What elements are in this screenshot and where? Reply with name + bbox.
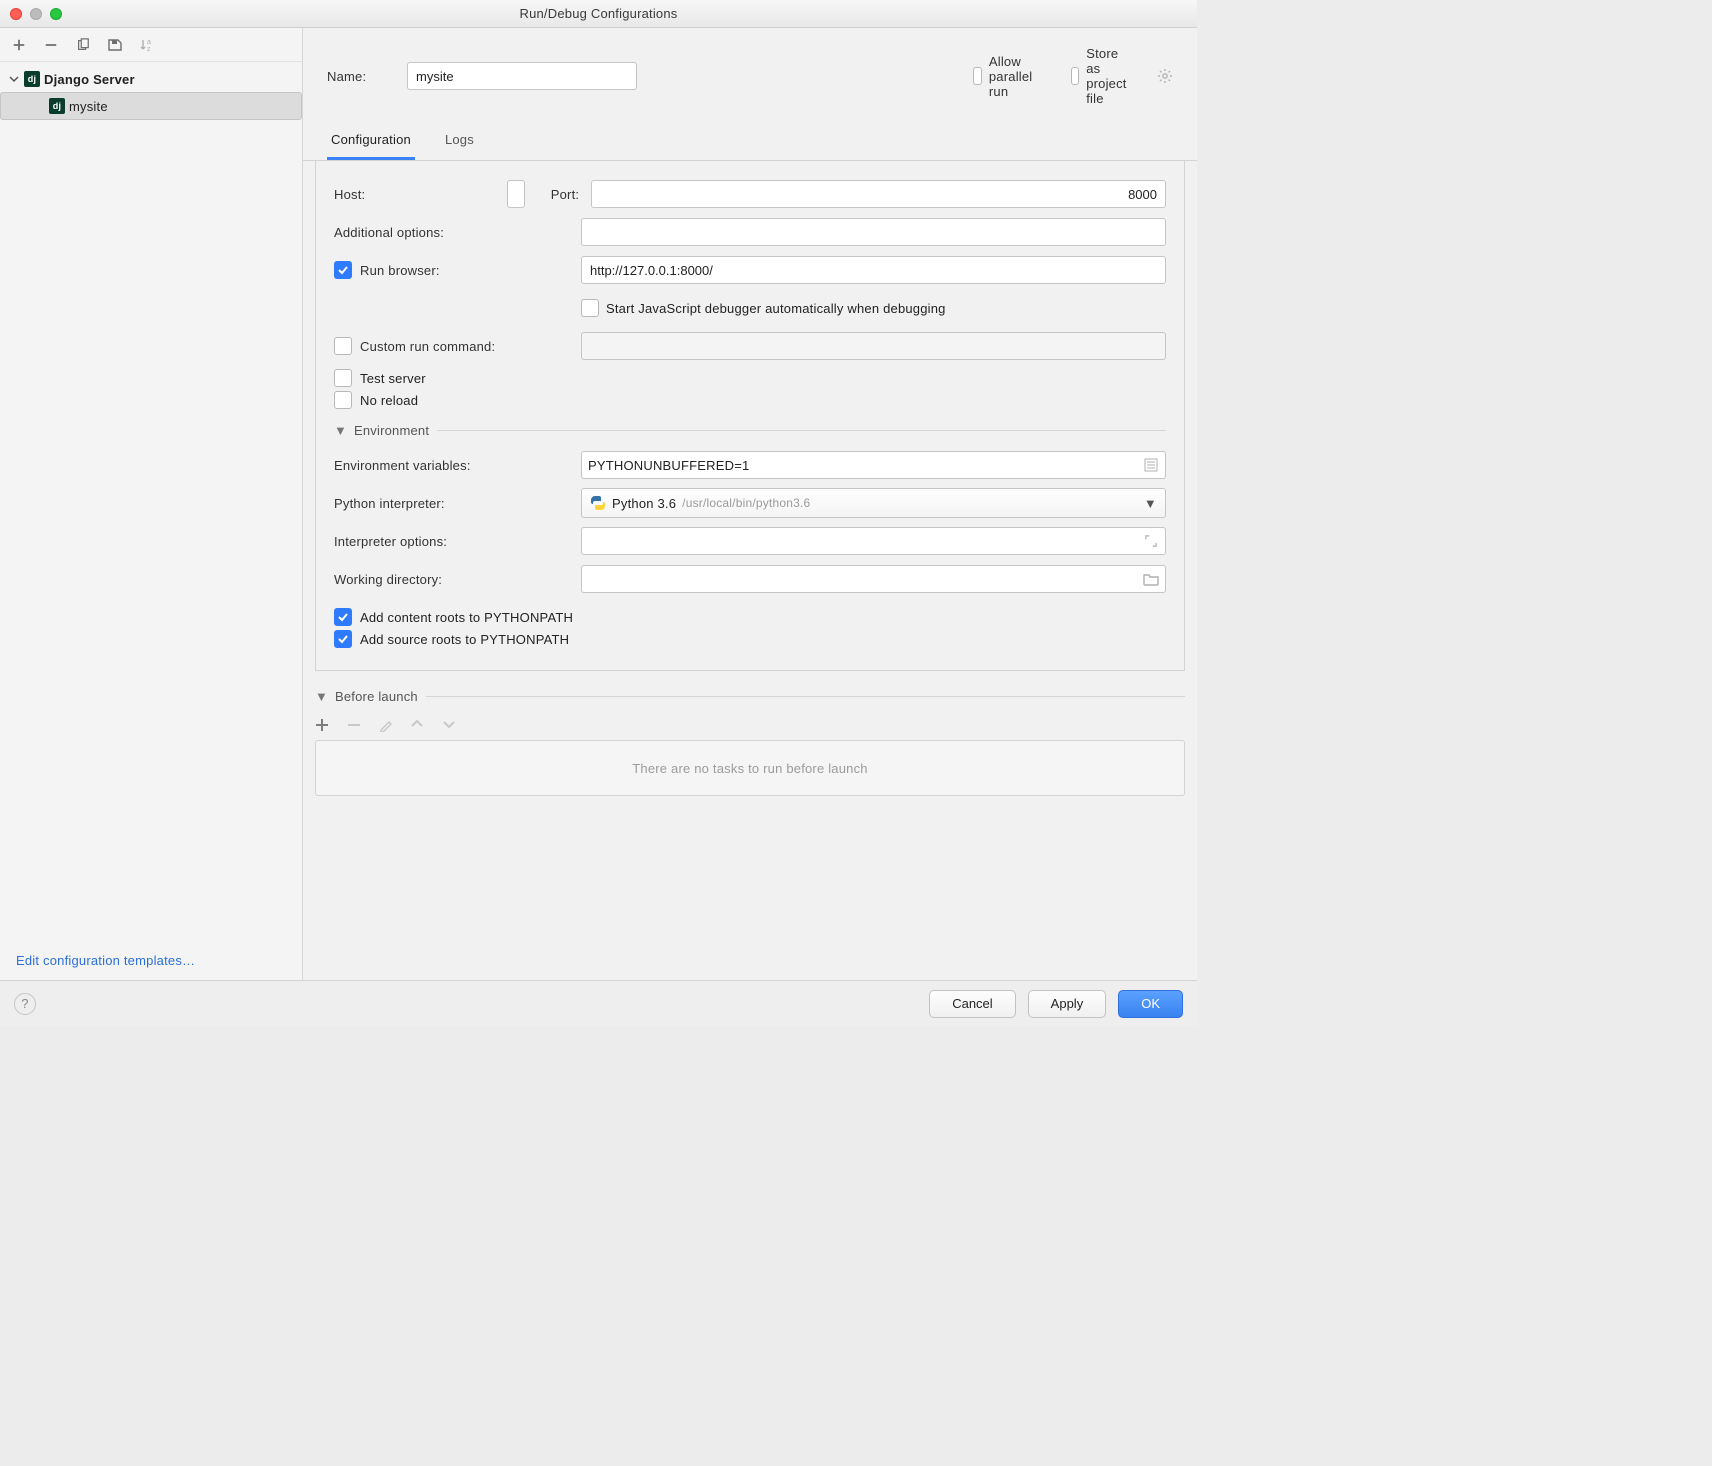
host-label: Host:: [334, 187, 495, 202]
checkbox-icon: [973, 67, 982, 85]
name-input[interactable]: [407, 62, 637, 90]
django-icon: dj: [24, 71, 40, 87]
before-launch-empty-text: There are no tasks to run before launch: [632, 761, 867, 776]
list-icon[interactable]: [1143, 457, 1159, 473]
expand-icon[interactable]: [1143, 533, 1159, 549]
help-button[interactable]: ?: [14, 993, 36, 1015]
env-vars-label: Environment variables:: [334, 458, 569, 473]
move-up-icon: [411, 718, 427, 734]
working-directory-label: Working directory:: [334, 572, 569, 587]
checkbox-icon: [334, 391, 352, 409]
caret-down-icon: ▼: [1144, 496, 1157, 511]
move-down-icon: [443, 718, 459, 734]
allow-parallel-label: Allow parallel run: [989, 54, 1033, 99]
working-directory-input[interactable]: [581, 565, 1166, 593]
env-vars-value: PYTHONUNBUFFERED=1: [588, 458, 749, 473]
copy-configuration-icon[interactable]: [74, 36, 92, 54]
checkbox-icon: [334, 630, 352, 648]
test-server-label: Test server: [360, 371, 426, 386]
environment-section-header[interactable]: ▼ Environment: [334, 423, 1166, 438]
python-interpreter-name: Python 3.6: [612, 496, 676, 511]
remove-task-icon: [347, 718, 363, 734]
folder-icon[interactable]: [1143, 571, 1159, 587]
port-label: Port:: [551, 187, 579, 202]
checkbox-icon: [334, 369, 352, 387]
python-interpreter-label: Python interpreter:: [334, 496, 569, 511]
run-browser-url-input[interactable]: [581, 256, 1166, 284]
checkbox-icon: [581, 299, 599, 317]
before-launch-toolbar: [315, 712, 1185, 740]
svg-text:a: a: [147, 39, 151, 46]
gear-icon[interactable]: [1157, 68, 1173, 84]
test-server-checkbox[interactable]: Test server: [334, 369, 1166, 387]
edit-task-icon: [379, 718, 395, 734]
edit-templates-link[interactable]: Edit configuration templates…: [0, 941, 302, 980]
interpreter-options-input[interactable]: [581, 527, 1166, 555]
allow-parallel-checkbox[interactable]: Allow parallel run: [973, 54, 1033, 99]
store-as-project-checkbox[interactable]: Store as project file: [1071, 46, 1131, 106]
sort-configurations-icon[interactable]: az: [138, 36, 156, 54]
sidebar: az dj Django Server dj mysite Edit confi…: [0, 28, 303, 980]
python-icon: [590, 495, 606, 511]
interpreter-options-label: Interpreter options:: [334, 534, 569, 549]
store-as-project-label: Store as project file: [1086, 46, 1131, 106]
add-configuration-icon[interactable]: [10, 36, 28, 54]
ok-button[interactable]: OK: [1118, 990, 1183, 1018]
cancel-button[interactable]: Cancel: [929, 990, 1015, 1018]
save-configuration-icon[interactable]: [106, 36, 124, 54]
checkbox-icon: [334, 608, 352, 626]
host-input[interactable]: [507, 180, 525, 208]
dialog-footer: ? Cancel Apply OK: [0, 980, 1197, 1026]
before-launch-section-header[interactable]: ▼ Before launch: [315, 689, 1185, 704]
add-content-roots-label: Add content roots to PYTHONPATH: [360, 610, 573, 625]
triangle-down-icon: ▼: [334, 423, 346, 438]
chevron-down-icon: [8, 73, 20, 85]
titlebar: Run/Debug Configurations: [0, 0, 1197, 28]
tab-logs[interactable]: Logs: [441, 124, 478, 160]
start-js-debugger-checkbox[interactable]: Start JavaScript debugger automatically …: [581, 299, 946, 317]
configuration-panel: Host: Port: Additional options: Run brow…: [315, 161, 1185, 671]
configuration-tree: dj Django Server dj mysite: [0, 62, 302, 941]
no-reload-label: No reload: [360, 393, 418, 408]
additional-options-input[interactable]: [581, 218, 1166, 246]
checkbox-icon: [334, 261, 352, 279]
port-input[interactable]: [591, 180, 1166, 208]
tab-configuration[interactable]: Configuration: [327, 124, 415, 160]
custom-run-command-label: Custom run command:: [360, 339, 495, 354]
before-launch-tasks-list: There are no tasks to run before launch: [315, 740, 1185, 796]
no-reload-checkbox[interactable]: No reload: [334, 391, 1166, 409]
name-label: Name:: [327, 69, 387, 84]
add-task-icon[interactable]: [315, 718, 331, 734]
python-interpreter-path: /usr/local/bin/python3.6: [682, 496, 810, 510]
run-browser-checkbox[interactable]: Run browser:: [334, 261, 569, 279]
tabs: Configuration Logs: [303, 124, 1197, 161]
additional-options-label: Additional options:: [334, 225, 569, 240]
svg-text:z: z: [147, 46, 151, 53]
checkbox-icon: [1071, 67, 1079, 85]
tree-item-mysite[interactable]: dj mysite: [0, 92, 302, 120]
sidebar-toolbar: az: [0, 28, 302, 62]
triangle-down-icon: ▼: [315, 689, 327, 704]
checkbox-icon: [334, 337, 352, 355]
django-icon: dj: [49, 98, 65, 114]
environment-section-label: Environment: [354, 423, 429, 438]
add-source-roots-label: Add source roots to PYTHONPATH: [360, 632, 569, 647]
custom-run-command-input: [581, 332, 1166, 360]
run-browser-label: Run browser:: [360, 263, 440, 278]
start-js-debugger-label: Start JavaScript debugger automatically …: [606, 301, 946, 316]
tree-group-django-server[interactable]: dj Django Server: [0, 66, 302, 92]
add-source-roots-checkbox[interactable]: Add source roots to PYTHONPATH: [334, 630, 1166, 648]
main-panel: Name: Allow parallel run Store as projec…: [303, 28, 1197, 980]
add-content-roots-checkbox[interactable]: Add content roots to PYTHONPATH: [334, 608, 1166, 626]
window-title: Run/Debug Configurations: [0, 6, 1197, 21]
custom-run-command-checkbox[interactable]: Custom run command:: [334, 337, 569, 355]
apply-button[interactable]: Apply: [1028, 990, 1107, 1018]
env-vars-input[interactable]: PYTHONUNBUFFERED=1: [581, 451, 1166, 479]
before-launch-section-label: Before launch: [335, 689, 418, 704]
tree-group-label: Django Server: [44, 72, 135, 87]
python-interpreter-dropdown[interactable]: Python 3.6 /usr/local/bin/python3.6 ▼: [581, 488, 1166, 518]
tree-item-label: mysite: [69, 99, 108, 114]
remove-configuration-icon[interactable]: [42, 36, 60, 54]
